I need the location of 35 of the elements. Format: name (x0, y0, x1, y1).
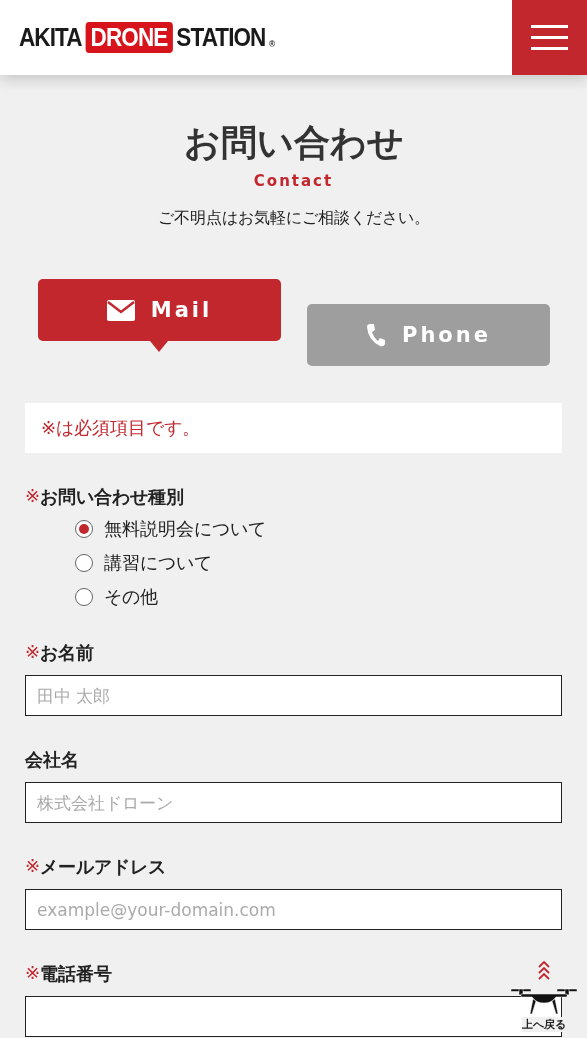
field-label: お名前 (40, 641, 95, 665)
registered-mark: ® (269, 39, 275, 49)
logo-text: STATION (176, 23, 266, 52)
required-mark: ※ (25, 962, 41, 985)
logo-badge: DRONE (85, 22, 173, 53)
menu-button[interactable] (512, 0, 587, 75)
back-to-top-label: 上へ戻る (522, 1017, 566, 1032)
radio-label[interactable]: 無料説明会について (104, 517, 266, 541)
field-label: 会社名 (25, 748, 79, 772)
required-mark: ※ (25, 641, 41, 664)
radio-label[interactable]: その他 (104, 585, 158, 609)
field-label: お問い合わせ種別 (40, 485, 185, 509)
chevrons-icon (538, 961, 550, 981)
phone-icon (366, 323, 386, 347)
required-mark: ※ (25, 855, 41, 878)
field-label: 電話番号 (40, 962, 113, 986)
logo-text: AKITA (19, 23, 82, 52)
menu-icon (531, 25, 568, 50)
tab-pointer (150, 341, 168, 352)
radio-button[interactable] (75, 554, 93, 572)
radio-label[interactable]: 講習について (104, 551, 212, 575)
site-logo[interactable]: AKITA DRONE STATION® (19, 22, 275, 53)
input-field[interactable]: example@your-domain.com (25, 889, 562, 930)
lead-text: ご不明点はお気軽にご相談ください。 (156, 208, 431, 229)
required-mark: ※ (25, 485, 41, 508)
field-label: メールアドレス (40, 855, 167, 879)
radio-button[interactable] (75, 520, 93, 538)
input-field[interactable]: 株式会社ドローン (25, 782, 562, 823)
notice-text: ※は必須項目です。 (41, 416, 201, 440)
page-subtitle: Contact (252, 172, 335, 190)
envelope-icon (106, 299, 135, 321)
input-field[interactable]: 田中 太郎 (25, 675, 562, 716)
page-title: お問い合わせ (182, 121, 405, 165)
back-to-top-button[interactable]: 上へ戻る (509, 961, 579, 1032)
radio-button[interactable] (75, 588, 93, 606)
